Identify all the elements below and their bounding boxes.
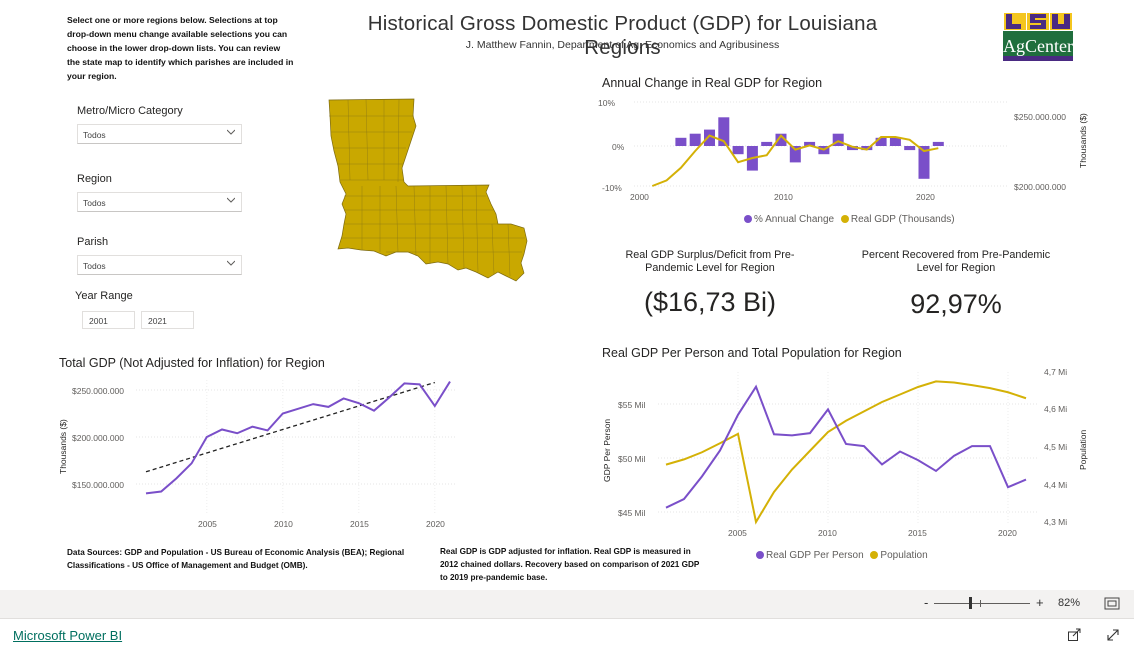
x-tick: 2010	[274, 519, 293, 529]
annual-change-bar	[675, 137, 687, 146]
x-tick: 2020	[916, 192, 935, 202]
lsu-agcenter-logo: AgCenter	[1003, 12, 1073, 61]
legend-label: Real GDP Per Person	[766, 550, 864, 561]
x-tick: 2005	[198, 519, 217, 529]
zoom-slider-tick	[980, 600, 981, 607]
y-right-tick: $250.000.000	[1014, 112, 1066, 122]
surplus-kpi-label: Real GDP Surplus/Deficit from Pre-Pandem…	[625, 249, 795, 274]
region-slicer-label: Region	[77, 173, 112, 185]
x-tick: 2000	[630, 192, 649, 202]
legend-swatch	[840, 215, 849, 223]
annual-change-legend: % Annual Change Real GDP (Thousands)	[744, 214, 955, 225]
y-left-tick: -10%	[602, 183, 622, 193]
logo-agcenter-text: AgCenter	[1003, 36, 1073, 56]
year-range-label: Year Range	[75, 290, 133, 302]
recovered-kpi-value: 92,97%	[910, 289, 1002, 319]
legend-label: % Annual Change	[754, 214, 835, 225]
power-bi-link[interactable]: Microsoft Power BI	[13, 628, 122, 643]
fullscreen-icon[interactable]	[1106, 628, 1120, 642]
x-tick: 2015	[350, 519, 369, 529]
region-dropdown[interactable]: Todos	[77, 192, 242, 212]
y-tick: $200.000.000	[72, 433, 124, 443]
metro-slicer-label: Metro/Micro Category	[77, 105, 183, 117]
y-tick: $250.000.000	[72, 386, 124, 396]
metro-dropdown[interactable]: Todos	[77, 124, 242, 144]
x-tick: 2020	[426, 519, 445, 529]
y-left-tick: $45 Mil	[618, 508, 646, 518]
recovered-kpi-label: Percent Recovered from Pre-Pandemic Leve…	[861, 249, 1051, 274]
year-to-input[interactable]: 2021	[141, 311, 194, 329]
zoom-slider-handle[interactable]	[969, 597, 972, 609]
x-tick: 2010	[774, 192, 793, 202]
louisiana-state-shape	[328, 98, 528, 282]
y-right-tick: 4,3 Mi	[1044, 517, 1067, 527]
y-right-tick: 4,4 Mi	[1044, 480, 1067, 490]
y-right-tick: 4,5 Mi	[1044, 442, 1067, 452]
y-axis-title: Thousands ($)	[58, 419, 68, 474]
real-gdp-definition-note: Real GDP is GDP adjusted for inflation. …	[440, 547, 700, 582]
report-title: Historical Gross Domestic Product (GDP) …	[367, 12, 878, 59]
power-bi-footer	[0, 618, 1134, 653]
annual-change-bar	[761, 141, 773, 146]
y-right-tick: 4,7 Mi	[1044, 367, 1067, 377]
louisiana-parish-map[interactable]	[326, 96, 530, 290]
annual-change-bar	[904, 146, 916, 151]
data-sources-note: Data Sources: GDP and Population - US Bu…	[67, 548, 405, 570]
x-tick: 2020	[998, 528, 1017, 538]
zoom-level: 82%	[1058, 597, 1081, 609]
legend-label: Real GDP (Thousands)	[850, 214, 955, 225]
y-right-tick: 4,6 Mi	[1044, 404, 1067, 414]
region-dropdown-value: Todos	[83, 198, 106, 208]
report-subtitle: J. Matthew Fannin, Department of Ag. Eco…	[465, 39, 780, 51]
annual-change-chart-title: Annual Change in Real GDP for Region	[602, 76, 823, 90]
zoom-slider[interactable]	[934, 603, 1030, 604]
chevron-down-icon	[227, 197, 235, 203]
chevron-down-icon	[227, 260, 235, 266]
parish-dropdown-value: Todos	[83, 261, 106, 271]
metro-dropdown-value: Todos	[83, 130, 106, 140]
fit-to-page-icon[interactable]	[1104, 597, 1120, 610]
y-left-tick: 0%	[612, 142, 625, 152]
gdp-per-person-line	[665, 384, 1027, 509]
legend-swatch	[870, 551, 879, 559]
year-from-input[interactable]: 2001	[82, 311, 135, 329]
per-person-legend: Real GDP Per Person Population	[756, 550, 928, 561]
per-person-population-chart[interactable]: $55 Mil $50 Mil $45 Mil 4,7 Mi 4,6 Mi 4,…	[598, 364, 1098, 544]
annual-change-bar	[689, 133, 701, 146]
total-gdp-chart-title: Total GDP (Not Adjusted for Inflation) f…	[59, 356, 325, 370]
parish-slicer-label: Parish	[77, 236, 109, 248]
x-tick: 2005	[728, 528, 747, 538]
surplus-kpi-value: ($16,73 Bi)	[643, 287, 777, 317]
zoom-out-button[interactable]: -	[924, 595, 928, 610]
legend-swatch	[744, 215, 752, 223]
legend-swatch	[756, 551, 764, 559]
instructions-text: Select one or more regions below. Select…	[67, 15, 294, 81]
parish-dropdown[interactable]: Todos	[77, 255, 242, 275]
share-icon[interactable]	[1067, 627, 1082, 642]
x-tick: 2015	[908, 528, 927, 538]
y-left-tick: $50 Mil	[618, 454, 646, 464]
y-left-tick: $55 Mil	[618, 400, 646, 410]
per-person-chart-title: Real GDP Per Person and Total Population…	[602, 346, 902, 360]
y-right-tick: $200.000.000	[1014, 182, 1066, 192]
total-gdp-chart[interactable]: $250.000.000 $200.000.000 $150.000.000 2…	[56, 374, 466, 532]
y-tick: $150.000.000	[72, 480, 124, 490]
legend-label: Population	[880, 550, 928, 561]
annual-change-bar	[889, 137, 901, 146]
y-left-axis-title: GDP Per Person	[602, 419, 612, 482]
annual-change-bar	[732, 146, 744, 155]
x-tick: 2010	[818, 528, 837, 538]
annual-change-bar	[875, 137, 887, 146]
y-left-tick: 10%	[598, 98, 615, 108]
y-right-axis-title: Population	[1078, 430, 1088, 470]
zoom-toolbar: - + 82%	[0, 590, 1134, 618]
annual-change-bar	[932, 141, 944, 146]
chevron-down-icon	[227, 129, 235, 135]
annual-change-chart[interactable]: 10% 0% -10% $250.000.000 $200.000.000 20…	[598, 94, 1098, 202]
y-right-axis-title: Thousands ($)	[1078, 113, 1088, 168]
zoom-in-button[interactable]: +	[1036, 595, 1044, 610]
